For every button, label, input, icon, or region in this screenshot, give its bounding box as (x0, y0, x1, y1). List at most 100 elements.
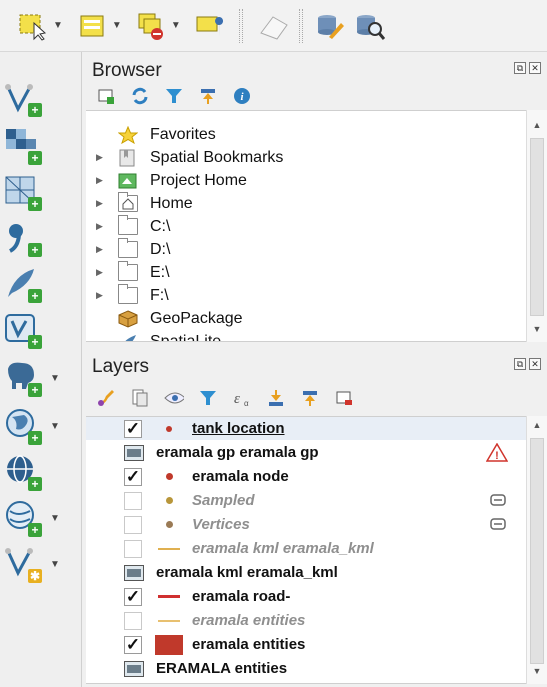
browser-item-spatialite[interactable]: SpatiaLite (86, 330, 221, 341)
float-panel-icon[interactable]: ⧉ (514, 62, 526, 74)
layer-visibility-checkbox[interactable] (124, 539, 142, 558)
elephant-icon: + (4, 359, 42, 397)
add-vector-layer-button[interactable]: + (4, 76, 76, 120)
scroll-up-icon[interactable]: ▲ (527, 120, 547, 136)
chevron-down-icon[interactable]: ▼ (50, 421, 60, 432)
layer-row-eramala-entities-line[interactable]: eramala entities (86, 609, 526, 632)
browser-item-home[interactable]: ▶ Home (86, 192, 193, 215)
chevron-down-icon[interactable]: ▼ (50, 373, 60, 384)
layers-tools: εα▼ (96, 388, 354, 408)
filter-indicator-icon[interactable] (490, 516, 506, 536)
deselect-features-button[interactable]: ▼ (136, 6, 185, 46)
filter-indicator-icon[interactable] (490, 492, 506, 512)
add-wms-layer-button[interactable]: + ▼ (4, 404, 76, 448)
float-panel-icon[interactable]: ⧉ (514, 358, 526, 370)
browser-item-f-drive[interactable]: ▶ F:\ (86, 284, 169, 307)
layer-visibility-checkbox[interactable]: ✓ (124, 467, 142, 486)
expand-all-icon[interactable] (266, 388, 286, 408)
add-group-icon[interactable] (130, 388, 150, 408)
group-row-eramala-gp[interactable]: eramala gp eramala gp ! (86, 441, 526, 464)
close-panel-icon[interactable]: ✕ (529, 62, 541, 74)
chevron-down-icon[interactable]: ▼ (50, 513, 60, 524)
bookmark-icon (118, 149, 138, 167)
add-spatialite-layer-button[interactable]: + (4, 262, 76, 306)
add-wfs-layer-button[interactable]: + (4, 450, 76, 494)
filter-legend-icon[interactable] (198, 388, 218, 408)
browser-item-spatial-bookmarks[interactable]: ▶ Spatial Bookmarks (86, 146, 283, 169)
select-features-button[interactable]: ▼ (18, 6, 67, 46)
browser-item-geopackage[interactable]: GeoPackage (86, 307, 243, 330)
layer-visibility-checkbox[interactable] (124, 611, 142, 630)
manage-visibility-icon[interactable] (164, 388, 184, 408)
warning-icon[interactable]: ! (485, 442, 509, 466)
add-wcs-layer-button[interactable]: + ▼ (4, 496, 76, 540)
remove-layer-icon[interactable] (334, 388, 354, 408)
add-selected-layers-icon[interactable] (96, 86, 116, 106)
browser-scrollbar[interactable]: ▲ ▼ (526, 110, 547, 342)
layer-row-eramala-node[interactable]: ✓ eramala node (86, 465, 526, 488)
expand-arrow-icon[interactable]: ▶ (96, 267, 108, 278)
layer-row-eramala-road[interactable]: ✓ eramala road- (86, 585, 526, 608)
browser-item-favorites[interactable]: Favorites (86, 123, 216, 146)
expand-arrow-icon[interactable]: ▶ (96, 221, 108, 232)
scroll-thumb[interactable] (530, 138, 544, 316)
layers-scrollbar[interactable]: ▲ ▼ (526, 416, 547, 684)
add-mesh-layer-button[interactable]: + (4, 170, 76, 214)
layer-visibility-checkbox[interactable]: ✓ (124, 419, 142, 438)
info-icon[interactable]: i (232, 86, 252, 106)
layer-row-sampled[interactable]: Sampled (86, 489, 526, 512)
toolbar-separator (238, 8, 243, 43)
filter-icon[interactable] (164, 86, 184, 106)
collapse-all-icon[interactable] (300, 388, 320, 408)
browser-tree: Favorites ▶ Spatial Bookmarks ▶ Project … (86, 110, 526, 342)
point-symbol-icon (154, 420, 184, 438)
group-row-eramala-entities[interactable]: ERAMALA entities (86, 657, 526, 680)
close-panel-icon[interactable]: ✕ (529, 358, 541, 370)
layer-visibility-checkbox[interactable]: ✓ (124, 635, 142, 654)
layer-visibility-checkbox[interactable]: ✓ (124, 587, 142, 606)
plus-icon: + (28, 151, 42, 165)
chevron-down-icon[interactable]: ▼ (112, 20, 122, 31)
select-by-value-button[interactable]: ▼ (77, 6, 126, 46)
expand-arrow-icon[interactable]: ▶ (96, 198, 108, 209)
database-edit-button[interactable] (315, 6, 345, 46)
refresh-icon[interactable] (130, 86, 150, 106)
polygon-symbol-icon (154, 634, 184, 655)
browser-item-e-drive[interactable]: ▶ E:\ (86, 261, 170, 284)
browser-item-c-drive[interactable]: ▶ C:\ (86, 215, 170, 238)
layer-visibility-checkbox[interactable] (124, 515, 142, 534)
layer-visibility-checkbox[interactable] (124, 491, 142, 510)
expand-arrow-icon[interactable]: ▶ (96, 290, 108, 301)
browser-item-d-drive[interactable]: ▶ D:\ (86, 238, 170, 261)
chevron-down-icon[interactable]: ▼ (53, 20, 63, 31)
add-postgis-layer-button[interactable]: + ▼ (4, 356, 76, 400)
browser-item-project-home[interactable]: ▶ Project Home (86, 169, 247, 192)
new-shapefile-layer-button[interactable]: ✱ ▼ (4, 542, 76, 586)
scroll-down-icon[interactable]: ▼ (527, 324, 547, 340)
add-virtual-layer-button[interactable]: + (4, 308, 76, 352)
expand-arrow-icon[interactable]: ▶ (96, 152, 108, 163)
select-location-button[interactable] (195, 6, 225, 46)
layer-row-tank-location[interactable]: ✓ tank location (86, 417, 526, 440)
scroll-down-icon[interactable]: ▼ (527, 666, 547, 682)
layer-row-eramala-kml-line[interactable]: eramala kml eramala_kml (86, 537, 526, 560)
plus-icon: + (28, 103, 42, 117)
expand-arrow-icon[interactable]: ▶ (96, 244, 108, 255)
open-layer-styling-icon[interactable] (96, 388, 116, 408)
expand-arrow-icon[interactable]: ▶ (96, 175, 108, 186)
scroll-thumb[interactable] (530, 438, 544, 664)
group-row-eramala-kml[interactable]: eramala kml eramala_kml (86, 561, 526, 584)
chevron-down-icon[interactable]: ▼ (50, 559, 60, 570)
measure-tool-button[interactable] (255, 6, 288, 46)
scroll-up-icon[interactable]: ▲ (527, 420, 547, 436)
raster-layer-icon: + (4, 127, 42, 165)
folder-icon (118, 284, 138, 304)
add-delimited-text-button[interactable]: + (4, 216, 76, 260)
collapse-all-icon[interactable] (198, 86, 218, 106)
database-search-button[interactable] (355, 6, 385, 46)
layer-row-eramala-entities-polygon[interactable]: ✓ eramala entities (86, 633, 526, 656)
chevron-down-icon[interactable]: ▼ (171, 20, 181, 31)
add-raster-layer-button[interactable]: + (4, 124, 76, 168)
filter-expression-icon[interactable]: εα▼ (232, 388, 252, 408)
layer-row-vertices[interactable]: Vertices (86, 513, 526, 536)
